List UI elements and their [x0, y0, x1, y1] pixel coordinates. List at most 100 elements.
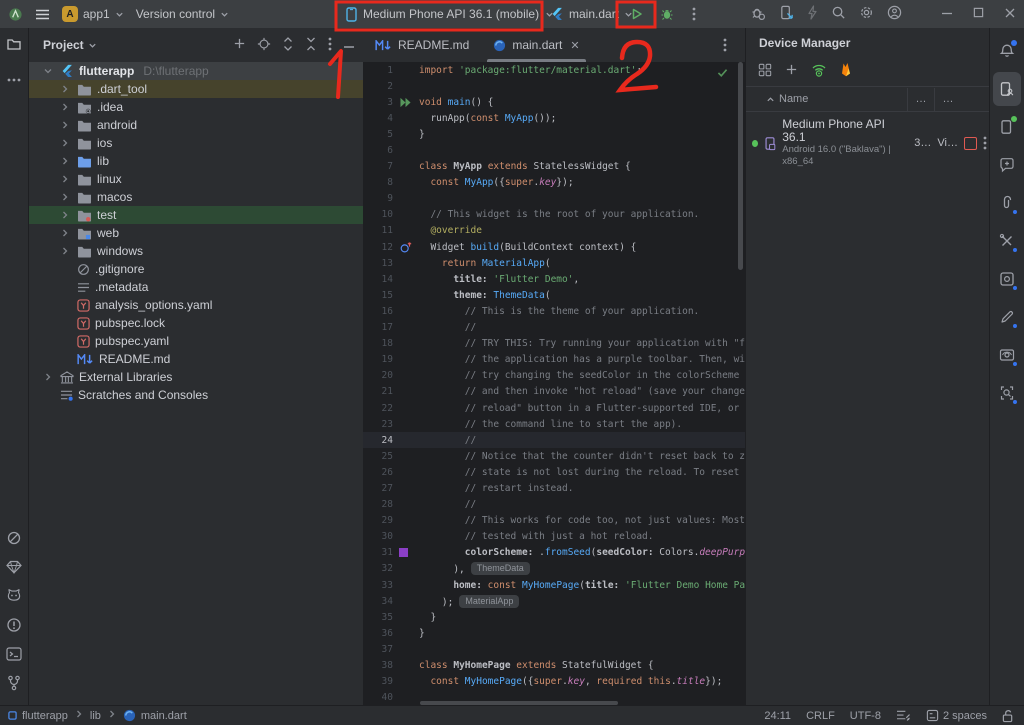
code-line-23[interactable]: 23 // the command line to start the app)… [363, 416, 745, 432]
profiler-button[interactable] [750, 5, 766, 24]
code-line-12[interactable]: 12 Widget build(BuildContext context) { [363, 239, 745, 255]
tree-item-android[interactable]: android [29, 116, 363, 134]
vertical-scrollbar[interactable] [738, 62, 743, 270]
pair-wifi-button[interactable] [811, 63, 827, 82]
code-line-3[interactable]: 3void main() { [363, 94, 745, 110]
breadcrumb-lib[interactable]: lib [90, 710, 101, 722]
device-selector-dropdown[interactable]: Medium Phone API 36.1 (mobile) [346, 0, 554, 28]
lock-open-icon[interactable] [1002, 709, 1014, 723]
chevron-right-icon[interactable] [60, 120, 70, 130]
main-menu-icon[interactable] [35, 8, 50, 21]
version-control-menu[interactable]: Version control [136, 7, 229, 21]
compose-preview-button[interactable] [993, 300, 1021, 334]
tree-item-lib[interactable]: lib [29, 152, 363, 170]
type-column-header[interactable]: … [934, 88, 961, 111]
code-line-29[interactable]: 29 // This works for code too, not just … [363, 513, 745, 529]
tree-item-macos[interactable]: macos [29, 188, 363, 206]
run-button[interactable] [624, 2, 650, 26]
code-line-22[interactable]: 22 // reload" button in a Flutter-suppor… [363, 400, 745, 416]
more-tool-windows-button[interactable] [7, 69, 21, 87]
code-line-18[interactable]: 18 // TRY THIS: Try running your applica… [363, 336, 745, 352]
chevron-right-icon[interactable] [60, 156, 70, 166]
code-line-7[interactable]: 7class MyApp extends StatelessWidget { [363, 159, 745, 175]
tree-item-pubspec-lock[interactable]: pubspec.lock [29, 314, 363, 332]
tree-item-test[interactable]: test [29, 206, 363, 224]
chevron-right-icon[interactable] [60, 138, 70, 148]
group-devices-button[interactable] [758, 63, 772, 82]
tree-item-web[interactable]: web [29, 224, 363, 242]
tree-item--metadata[interactable]: .metadata [29, 278, 363, 296]
tab-main-dart[interactable]: main.dart✕ [481, 28, 591, 62]
breadcrumb-main-dart[interactable]: main.dart [123, 709, 187, 722]
project-view-button[interactable] [6, 36, 22, 57]
code-line-34[interactable]: 34 );MaterialApp [363, 593, 745, 609]
dart-analysis-button[interactable] [6, 560, 22, 579]
chevron-right-icon[interactable] [60, 210, 70, 220]
code-line-14[interactable]: 14 title: 'Flutter Demo', [363, 271, 745, 287]
hide-button[interactable] [343, 38, 355, 52]
tab-readme-md[interactable]: README.md [363, 28, 481, 62]
code-line-38[interactable]: 38class MyHomePage extends StatefulWidge… [363, 657, 745, 673]
code-line-8[interactable]: 8 const MyApp({super.key}); [363, 175, 745, 191]
tree-item-windows[interactable]: windows [29, 242, 363, 260]
app-inspection-button[interactable] [993, 262, 1021, 296]
debug-button[interactable] [654, 2, 680, 26]
account-button[interactable] [887, 5, 902, 23]
code-line-11[interactable]: 11 @override [363, 223, 745, 239]
code-editor[interactable]: 1import 'package:flutter/material.dart';… [363, 62, 745, 706]
device-more-actions-icon[interactable] [983, 136, 987, 150]
run-line-icon[interactable] [399, 97, 412, 108]
code-line-27[interactable]: 27 // restart instead. [363, 480, 745, 496]
encoding-selector[interactable]: UTF-8 [850, 710, 881, 722]
logcat-button[interactable] [6, 588, 22, 608]
tree-item--dart-tool[interactable]: .dart_tool [29, 80, 363, 98]
version-control-button[interactable] [7, 675, 21, 696]
code-line-35[interactable]: 35 } [363, 609, 745, 625]
running-devices-button[interactable] [993, 110, 1021, 144]
sort-by-name-header[interactable]: Name [746, 93, 907, 105]
project-switcher[interactable]: A app1 [62, 6, 124, 22]
lightning-button[interactable] [807, 5, 818, 23]
chevron-right-icon[interactable] [60, 174, 70, 184]
code-line-26[interactable]: 26 // state is not lost during the reloa… [363, 464, 745, 480]
tree-item-readme-md[interactable]: README.md [29, 350, 363, 368]
window-close-button[interactable] [1004, 7, 1016, 22]
build-tools-button[interactable] [993, 224, 1021, 258]
tab-options-button[interactable] [715, 33, 735, 57]
code-line-36[interactable]: 36} [363, 625, 745, 641]
chevron-right-icon[interactable] [43, 372, 53, 382]
code-line-1[interactable]: 1import 'package:flutter/material.dart'; [363, 62, 745, 78]
color-swatch[interactable] [399, 548, 408, 557]
code-line-16[interactable]: 16 // This is the theme of your applicat… [363, 303, 745, 319]
collapse-all-button[interactable] [305, 37, 317, 54]
chevron-right-icon[interactable] [60, 228, 70, 238]
notifications-button[interactable] [993, 34, 1021, 68]
tree-item-pubspec-yaml[interactable]: pubspec.yaml [29, 332, 363, 350]
add-device-button[interactable] [785, 63, 798, 81]
more-button[interactable] [328, 37, 332, 54]
code-line-32[interactable]: 32 ),ThemeData [363, 561, 745, 577]
expand-all-button[interactable] [282, 37, 294, 54]
chevron-right-icon[interactable] [60, 192, 70, 202]
code-line-6[interactable]: 6 [363, 142, 745, 158]
app-quality-insights-button[interactable] [993, 186, 1021, 220]
code-line-24[interactable]: 24 // [363, 432, 745, 448]
close-tab-icon[interactable]: ✕ [570, 39, 579, 52]
tree-item-external-libraries[interactable]: External Libraries [29, 368, 363, 386]
add-button[interactable] [233, 37, 246, 53]
problems-button[interactable] [6, 617, 22, 638]
tree-item--gitignore[interactable]: .gitignore [29, 260, 363, 278]
tree-item-analysis-options-yaml[interactable]: analysis_options.yaml [29, 296, 363, 314]
breadcrumb-flutterapp[interactable]: flutterapp [8, 710, 68, 722]
code-line-15[interactable]: 15 theme: ThemeData( [363, 287, 745, 303]
overriding-method-icon[interactable] [399, 241, 413, 254]
deep-inspection-button[interactable] [993, 376, 1021, 410]
chevron-right-icon[interactable] [60, 102, 70, 112]
layout-inspector-button[interactable] [993, 338, 1021, 372]
code-line-31[interactable]: 31 colorScheme: .fromSeed(seedColor: Col… [363, 545, 745, 561]
run-configuration-dropdown[interactable]: main.dart [550, 0, 633, 28]
locate-button[interactable] [257, 37, 271, 54]
window-maximize-button[interactable] [973, 7, 984, 21]
gemini-button[interactable] [993, 148, 1021, 182]
code-style-icon[interactable] [896, 709, 911, 722]
